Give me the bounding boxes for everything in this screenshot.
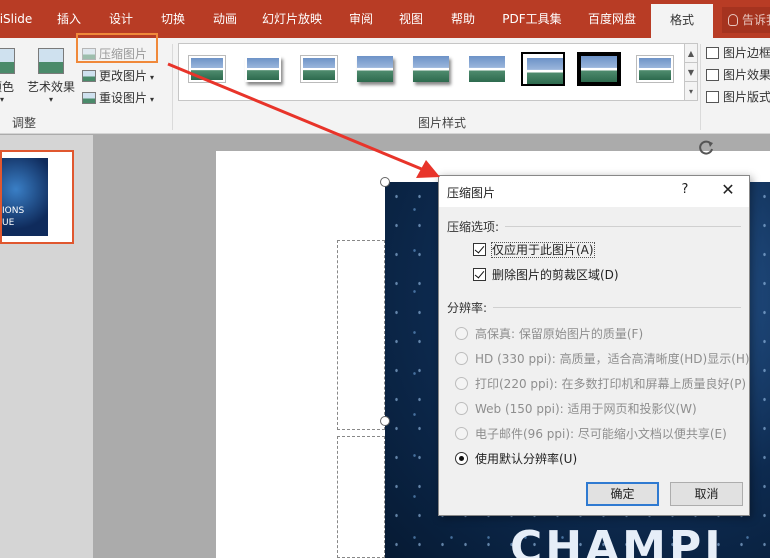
picture-style-thumbnail[interactable] bbox=[297, 52, 341, 86]
section-divider bbox=[493, 307, 741, 308]
slide-thumbnail-text: IONS bbox=[2, 206, 25, 216]
compress-options-label: 压缩选项: bbox=[447, 220, 500, 234]
compress-pictures-highlight bbox=[76, 33, 158, 63]
layout-icon bbox=[706, 91, 719, 103]
radio-selected-icon bbox=[455, 452, 468, 465]
landscape-preview bbox=[189, 56, 225, 82]
landscape-preview bbox=[357, 56, 393, 82]
rotate-handle-icon[interactable] bbox=[696, 138, 716, 158]
resolution-label: 分辨率: bbox=[447, 301, 488, 315]
compress-pictures-dialog: 压缩图片 ? ✕ 压缩选项: 仅应用于此图片(A) 删除图片的剪裁区域(D) 分… bbox=[438, 175, 750, 516]
tab-pdf-tools[interactable]: PDF工具集 bbox=[496, 0, 568, 38]
gallery-expand-icon[interactable]: ▾ bbox=[685, 82, 697, 101]
scroll-up-icon[interactable]: ▲ bbox=[685, 44, 697, 63]
ribbon-separator bbox=[172, 44, 173, 130]
picture-style-thumbnail[interactable] bbox=[577, 52, 621, 86]
checkbox-checked-icon bbox=[473, 268, 486, 281]
tab-review[interactable]: 审阅 bbox=[338, 0, 384, 38]
picture-style-thumbnail[interactable] bbox=[633, 52, 677, 86]
picture-layout-button[interactable]: 图片版式 bbox=[706, 87, 770, 107]
chevron-down-icon: ▾ bbox=[48, 95, 53, 104]
artistic-effects-icon bbox=[38, 48, 64, 74]
landscape-preview bbox=[637, 56, 673, 82]
delete-cropped-checkbox[interactable]: 删除图片的剪裁区域(D) bbox=[473, 267, 619, 285]
tab-help[interactable]: 帮助 bbox=[440, 0, 486, 38]
resize-handle[interactable] bbox=[380, 177, 390, 187]
tab-slideshow[interactable]: 幻灯片放映 bbox=[256, 0, 328, 38]
radio-icon bbox=[455, 327, 468, 340]
ribbon-separator bbox=[700, 44, 701, 130]
cancel-button[interactable]: 取消 bbox=[670, 482, 743, 506]
picture-style-thumbnail[interactable] bbox=[409, 52, 453, 86]
picture-style-thumbnail[interactable] bbox=[185, 52, 229, 86]
tab-view[interactable]: 视图 bbox=[388, 0, 434, 38]
picture-styles-gallery bbox=[178, 43, 686, 101]
dialog-title: 压缩图片 bbox=[447, 186, 496, 200]
apply-only-checkbox[interactable]: 仅应用于此图片(A) bbox=[473, 242, 595, 260]
effects-icon bbox=[706, 69, 719, 81]
artistic-effects-button[interactable]: 艺术效果 ▾ bbox=[24, 42, 78, 104]
chevron-down-icon: ▾ bbox=[150, 95, 155, 104]
tab-islide[interactable]: iSlide bbox=[0, 0, 36, 38]
resize-handle[interactable] bbox=[380, 416, 390, 426]
reset-picture-button[interactable]: 重设图片 ▾ bbox=[82, 88, 154, 108]
change-picture-button[interactable]: 更改图片 ▾ bbox=[82, 66, 154, 86]
picture-style-thumbnail[interactable] bbox=[353, 52, 397, 86]
chevron-down-icon: ▾ bbox=[150, 73, 155, 82]
picture-style-thumbnail[interactable] bbox=[521, 52, 565, 86]
radio-print-220[interactable]: 打印(220 ppi): 在多数打印机和屏幕上质量良好(P) bbox=[455, 376, 746, 394]
gallery-scroll-controls: ▲ ▼ ▾ bbox=[684, 43, 698, 101]
checkbox-checked-icon bbox=[473, 243, 486, 256]
tab-animations[interactable]: 动画 bbox=[202, 0, 248, 38]
lightbulb-icon bbox=[728, 14, 738, 26]
tab-format[interactable]: 格式 bbox=[651, 4, 713, 38]
tell-me-search[interactable]: 告诉我 bbox=[722, 7, 770, 33]
landscape-preview bbox=[413, 56, 449, 82]
tab-baidu-netdisk[interactable]: 百度网盘 bbox=[580, 0, 644, 38]
radio-icon bbox=[455, 352, 468, 365]
slide-thumbnail-text: UE bbox=[2, 218, 15, 228]
picture-styles-group-label: 图片样式 bbox=[418, 116, 467, 130]
radio-web-150[interactable]: Web (150 ppi): 适用于网页和投影仪(W) bbox=[455, 401, 697, 419]
adjust-group-label: 调整 bbox=[12, 116, 37, 130]
slide-thumbnail[interactable]: IONS UE bbox=[0, 150, 74, 244]
picture-effects-button[interactable]: 图片效果 bbox=[706, 65, 770, 85]
ok-button[interactable]: 确定 bbox=[586, 482, 659, 506]
change-picture-icon bbox=[82, 70, 96, 82]
reset-picture-icon bbox=[82, 92, 96, 104]
picture-caption-text: CHAMPI bbox=[510, 522, 724, 558]
section-divider bbox=[505, 226, 741, 227]
dialog-titlebar: 压缩图片 ? ✕ bbox=[439, 176, 749, 207]
text-placeholder[interactable] bbox=[337, 240, 385, 430]
radio-icon bbox=[455, 377, 468, 390]
scroll-down-icon[interactable]: ▼ bbox=[685, 63, 697, 82]
picture-style-thumbnail[interactable] bbox=[465, 52, 509, 86]
landscape-preview bbox=[469, 56, 505, 82]
radio-email-96[interactable]: 电子邮件(96 ppi): 尽可能缩小文档以便共享(E) bbox=[455, 426, 727, 444]
landscape-preview bbox=[581, 56, 617, 82]
radio-default-resolution[interactable]: 使用默认分辨率(U) bbox=[455, 451, 577, 469]
color-button[interactable]: 颜色 ▾ bbox=[0, 42, 20, 104]
picture-style-thumbnail[interactable] bbox=[241, 52, 285, 86]
landscape-preview bbox=[301, 56, 337, 82]
radio-high-fidelity[interactable]: 高保真: 保留原始图片的质量(F) bbox=[455, 326, 643, 344]
color-icon bbox=[0, 48, 15, 74]
chevron-down-icon: ▾ bbox=[0, 95, 4, 104]
pen-icon bbox=[706, 47, 719, 59]
landscape-preview bbox=[245, 56, 281, 82]
radio-icon bbox=[455, 427, 468, 440]
help-icon[interactable]: ? bbox=[675, 182, 695, 197]
picture-border-button[interactable]: 图片边框 bbox=[706, 43, 770, 63]
landscape-preview bbox=[527, 58, 563, 84]
radio-hd-330[interactable]: HD (330 ppi): 高质量，适合高清晰度(HD)显示(H) bbox=[455, 351, 750, 369]
text-placeholder[interactable] bbox=[337, 436, 385, 558]
radio-icon bbox=[455, 402, 468, 415]
close-icon[interactable]: ✕ bbox=[717, 180, 739, 199]
